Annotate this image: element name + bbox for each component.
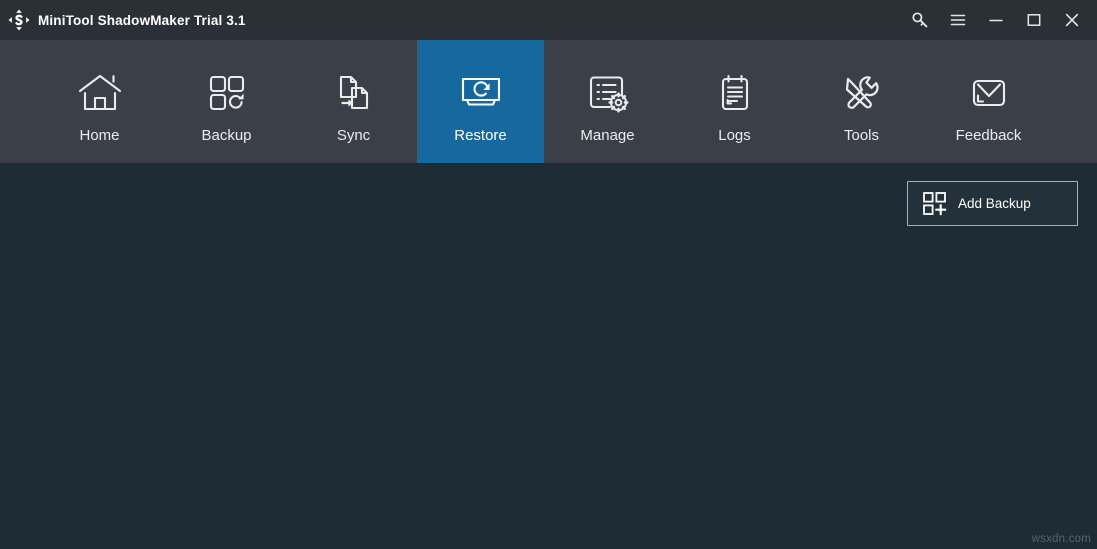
nav-label-backup: Backup — [201, 127, 252, 144]
nav-item-logs[interactable]: Logs — [671, 40, 798, 163]
maximize-icon — [1027, 14, 1041, 26]
nav-label-feedback: Feedback — [955, 127, 1022, 144]
main-navigation: Home Backup Sync Restore Manage Logs Too… — [0, 40, 1097, 163]
nav-label-manage: Manage — [580, 127, 635, 144]
add-backup-label: Add Backup — [958, 196, 1031, 211]
nav-icon-wrap — [715, 64, 755, 122]
add-backup-button[interactable]: Add Backup — [907, 181, 1078, 226]
nav-icon-wrap — [839, 64, 885, 122]
list-gear-icon — [589, 76, 629, 113]
close-icon — [1065, 13, 1079, 27]
hamburger-menu-icon — [950, 14, 966, 26]
nav-item-restore[interactable]: Restore — [417, 40, 544, 163]
watermark: wsxdn.com — [1031, 533, 1091, 545]
nav-icon-wrap — [332, 64, 376, 122]
nav-item-home[interactable]: Home — [36, 40, 163, 163]
nav-icon-wrap — [584, 64, 632, 122]
nav-item-backup[interactable]: Backup — [163, 40, 290, 163]
minimize-button[interactable] — [977, 0, 1015, 40]
menu-button[interactable] — [939, 0, 977, 40]
window-controls — [901, 0, 1091, 40]
nav-label-tools: Tools — [843, 127, 880, 144]
four-squares-refresh-icon — [209, 75, 244, 111]
maximize-button[interactable] — [1015, 0, 1053, 40]
nav-icon-wrap — [456, 64, 506, 122]
nav-icon-wrap — [965, 64, 1013, 122]
title-bar: MiniTool ShadowMaker Trial 3.1 — [0, 0, 1097, 40]
nav-item-tools[interactable]: Tools — [798, 40, 925, 163]
add-backup-icon-wrap — [922, 191, 948, 217]
nav-label-home: Home — [79, 127, 120, 144]
nav-label-logs: Logs — [718, 127, 751, 144]
clipboard-lines-icon — [721, 74, 748, 111]
close-button[interactable] — [1053, 0, 1091, 40]
nav-label-sync: Sync — [336, 127, 371, 144]
screwdriver-wrench-icon — [845, 76, 879, 109]
four-squares-plus-icon — [923, 191, 947, 215]
two-pages-arrow-icon — [339, 75, 368, 110]
monitor-refresh-icon — [461, 77, 500, 106]
envelope-icon — [972, 79, 1005, 107]
app-window: MiniTool ShadowMaker Trial 3.1 Home Back… — [0, 0, 1097, 549]
key-icon-button[interactable] — [901, 0, 939, 40]
window-title: MiniTool ShadowMaker Trial 3.1 — [38, 12, 246, 28]
nav-item-sync[interactable]: Sync — [290, 40, 417, 163]
nav-icon-wrap — [205, 64, 249, 122]
nav-icon-wrap — [76, 64, 124, 122]
minimize-icon — [989, 19, 1003, 22]
key-icon — [912, 12, 928, 28]
nav-leading-space — [0, 40, 36, 163]
move-arrows-logo-icon — [8, 9, 30, 31]
house-icon — [78, 74, 121, 111]
nav-item-manage[interactable]: Manage — [544, 40, 671, 163]
nav-item-feedback[interactable]: Feedback — [925, 40, 1052, 163]
nav-label-restore: Restore — [454, 127, 507, 144]
